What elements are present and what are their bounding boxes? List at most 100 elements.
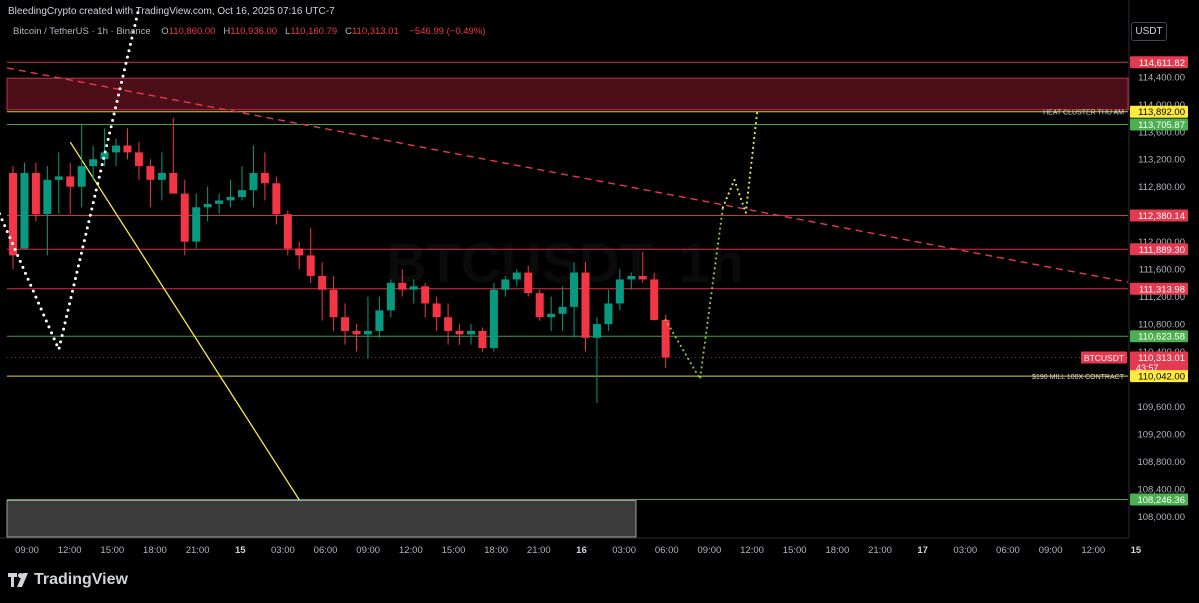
y-tick-label: 109,200.00 xyxy=(1137,429,1185,440)
y-tick-label: 108,800.00 xyxy=(1137,457,1185,468)
candle-body xyxy=(112,145,121,153)
price-tag-label: 113,705.87 xyxy=(1138,120,1185,131)
x-tick-label: 09:00 xyxy=(356,545,380,556)
candle-body xyxy=(455,330,464,335)
candle-body xyxy=(283,214,292,249)
candle-body xyxy=(341,317,350,331)
candle-body xyxy=(386,282,395,311)
x-tick-label: 03:00 xyxy=(953,545,977,556)
chart-screenshot: BTCUSDT, 1h HEAT CLUSTER THU AM $190 MILL… xyxy=(0,0,1199,603)
candle-body xyxy=(524,272,533,294)
price-chart[interactable]: BTCUSDT, 1h HEAT CLUSTER THU AM $190 MILL… xyxy=(0,0,1199,603)
candle-body xyxy=(375,310,384,331)
candle-body xyxy=(512,272,521,280)
y-tick-label: 110,800.00 xyxy=(1138,320,1185,331)
x-tick-label: 15:00 xyxy=(442,545,466,556)
candle-body xyxy=(489,289,498,349)
x-tick-label: 18:00 xyxy=(825,545,849,556)
x-tick-label: 17 xyxy=(917,545,928,556)
candle-body xyxy=(306,255,315,276)
candle-body xyxy=(547,313,556,318)
candle-body xyxy=(249,172,258,191)
x-tick-label: 21:00 xyxy=(186,545,210,556)
price-tag-label: 111,313.98 xyxy=(1139,284,1185,295)
x-tick-label: 12:00 xyxy=(1081,545,1105,556)
x-tick-label: 09:00 xyxy=(698,545,722,556)
candle-body xyxy=(558,306,567,314)
candle-body xyxy=(581,272,590,338)
candle-body xyxy=(604,303,613,325)
candle-body xyxy=(238,190,246,198)
x-tick-label: 12:00 xyxy=(399,545,423,556)
candle-body xyxy=(295,248,304,256)
candle-body xyxy=(352,330,361,335)
ohlc-legend[interactable]: Bitcoin / TetherUS · 1h · Binance O110,8… xyxy=(13,26,485,37)
candle-body xyxy=(432,303,441,318)
x-tick-label: 15 xyxy=(1131,545,1142,556)
y-tick-label: 111,600.00 xyxy=(1139,265,1185,276)
y-tick-label: 108,000.00 xyxy=(1137,512,1185,523)
candle-body xyxy=(570,272,579,307)
candle-body xyxy=(661,319,670,358)
candle-body xyxy=(77,166,86,187)
x-tick-label: 03:00 xyxy=(612,545,636,556)
y-tick-label: 112,800.00 xyxy=(1138,182,1185,193)
x-tick-label: 06:00 xyxy=(314,545,338,556)
candle-body xyxy=(31,172,40,215)
candle-body xyxy=(478,330,487,349)
candle-body xyxy=(260,172,269,184)
candle-body xyxy=(134,152,143,167)
x-tick-label: 09:00 xyxy=(15,545,39,556)
price-tag-label: 110,042.00 xyxy=(1138,372,1185,383)
candle-body xyxy=(329,289,338,318)
x-tick-label: 06:00 xyxy=(996,545,1020,556)
candle-body xyxy=(54,176,63,180)
x-tick-label: 15 xyxy=(235,545,246,556)
tradingview-logo-icon xyxy=(8,573,28,587)
resistance-zone xyxy=(6,77,1129,111)
candle-body xyxy=(535,293,544,318)
candle-body xyxy=(592,324,601,338)
x-tick-label: 15:00 xyxy=(100,545,124,556)
symbol-tag: BTCUSDT xyxy=(1084,353,1124,363)
x-tick-label: 12:00 xyxy=(58,545,82,556)
candle-body xyxy=(501,279,510,290)
candle-body xyxy=(215,200,224,204)
candle-body xyxy=(467,330,475,335)
low-value: 110,160.79 xyxy=(290,26,338,37)
close-label: C xyxy=(345,26,352,37)
open-label: O xyxy=(161,26,169,37)
level-note: HEAT CLUSTER THU AM xyxy=(1043,110,1124,117)
candle-body xyxy=(318,276,327,290)
candle-body xyxy=(226,197,235,201)
grey-range-box xyxy=(6,499,637,538)
x-tick-label: 06:00 xyxy=(655,545,679,556)
candle-body xyxy=(146,166,155,180)
chart-credit: BleedingCrypto created with TradingView.… xyxy=(8,6,335,17)
level-note: $190 MILL 100X CONTRACT xyxy=(1032,374,1125,381)
candle-body xyxy=(123,145,132,153)
price-tag-label: 110,623.58 xyxy=(1138,332,1185,343)
change-value: −546.99 (−0.49%) xyxy=(409,26,486,37)
y-tick-label: 114,400.00 xyxy=(1138,72,1185,83)
x-tick-label: 21:00 xyxy=(868,545,892,556)
candle-body xyxy=(89,159,98,167)
chart-watermark: BTCUSDT, 1h xyxy=(386,231,744,294)
price-tag-label: 112,380.14 xyxy=(1138,211,1185,222)
price-unit-button[interactable]: USDT xyxy=(1131,22,1167,41)
price-tag-label: 108,246.36 xyxy=(1137,495,1185,506)
candle-body xyxy=(20,172,29,249)
open-value: 110,860.00 xyxy=(168,26,216,37)
candle-body xyxy=(180,193,189,242)
tradingview-logo[interactable]: TradingView xyxy=(8,571,128,589)
x-tick-label: 12:00 xyxy=(740,545,764,556)
candle-body xyxy=(272,183,281,215)
symbol-label: Bitcoin / TetherUS · 1h · Binance xyxy=(13,26,151,37)
x-tick-label: 16 xyxy=(576,545,587,556)
candle-body xyxy=(66,176,75,187)
candle-body xyxy=(43,179,52,215)
x-tick-label: 15:00 xyxy=(783,545,807,556)
candle-body xyxy=(157,172,166,180)
candle-body xyxy=(615,279,624,304)
close-value: 110,313.01 xyxy=(351,26,399,37)
